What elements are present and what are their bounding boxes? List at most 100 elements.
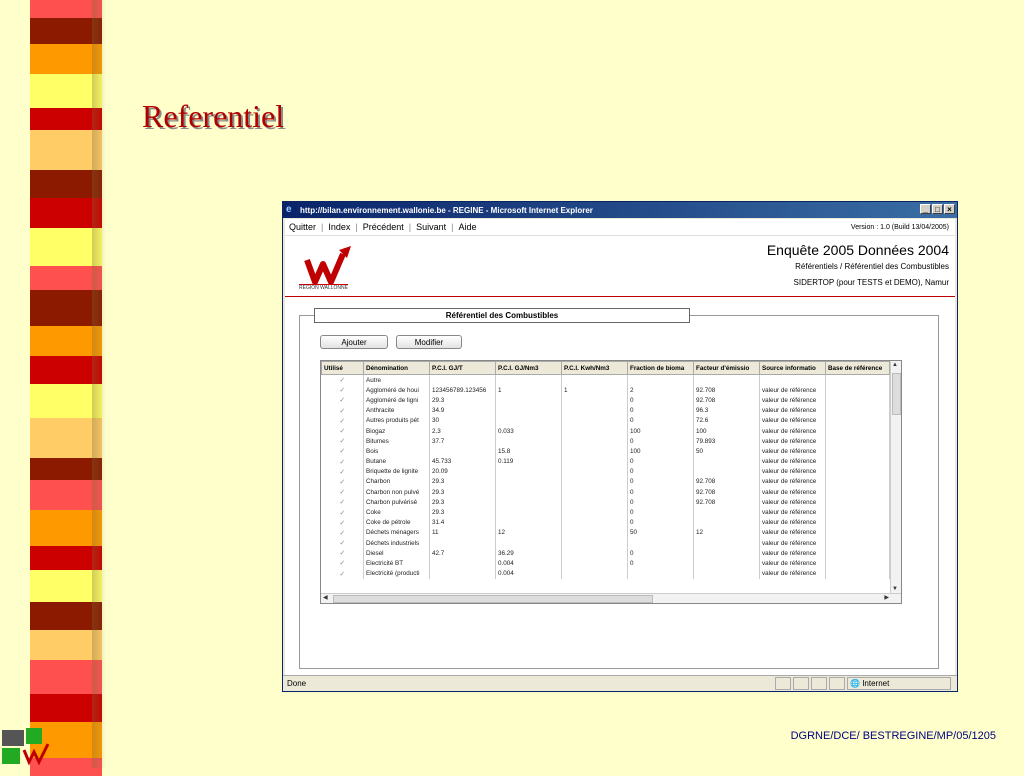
table-cell (825, 385, 890, 396)
table-cell (561, 517, 628, 528)
table-cell: Electricité BT (363, 558, 430, 569)
used-checkbox[interactable]: ✓ (321, 517, 364, 528)
table-cell (495, 395, 562, 406)
table-cell (825, 466, 890, 477)
table-row[interactable]: ✓ Bitumes 37.7 0 79.893 valeur de référence (321, 436, 890, 447)
used-checkbox[interactable]: ✓ (321, 538, 364, 549)
table-row[interactable]: ✓ Biogaz 2.3 0.033 100 100 valeur de référence (321, 425, 890, 437)
table-cell: 15.8 (495, 446, 562, 457)
used-checkbox[interactable]: ✓ (321, 415, 364, 426)
table-row[interactable]: ✓ Anthracite 34.9 0 96.3 valeur de référence (321, 405, 890, 416)
add-button[interactable]: Ajouter (320, 335, 388, 349)
used-checkbox[interactable]: ✓ (321, 425, 364, 437)
table-cell: 45.733 (429, 456, 496, 467)
table-cell (825, 507, 890, 518)
used-checkbox[interactable]: ✓ (321, 466, 364, 477)
menu-suivant[interactable]: Suivant (416, 222, 446, 232)
table-row[interactable]: ✓ Butane 45.733 0.119 0 valeur de référence (321, 456, 890, 467)
scroll-thumb[interactable] (333, 595, 653, 603)
column-header[interactable]: Source informatio (759, 361, 826, 375)
table-cell (561, 558, 628, 569)
horizontal-scrollbar[interactable]: ◀ ▶ (321, 593, 901, 603)
table-row[interactable]: ✓ Déchets industriels valeur de référence (321, 538, 890, 549)
table-row[interactable]: ✓ Déchets ménagers 11 12 50 12 valeur de référ… (321, 527, 890, 538)
table-row[interactable]: ✓ Aggloméré de houi 123456789.123456 1 1 2 92.… (321, 385, 890, 396)
table-cell: 50 (693, 446, 760, 457)
used-checkbox[interactable]: ✓ (321, 385, 364, 396)
used-checkbox[interactable]: ✓ (321, 507, 364, 518)
table-row[interactable]: ✓ Autres produits pét 30 0 72.6 valeur de réf… (321, 415, 890, 426)
column-header[interactable]: Utilisé (321, 361, 364, 375)
table-cell: valeur de référence (759, 548, 826, 559)
table-row[interactable]: ✓ Aggloméré de ligni 29.3 0 92.708 valeur de … (321, 395, 890, 406)
fuel-grid: Utilisé Dénomination P.C.I. GJ/T P.C.I. GJ/… (320, 360, 902, 604)
used-checkbox[interactable]: ✓ (321, 395, 364, 406)
table-cell (627, 538, 694, 549)
footer-text: DGRNE/DCE/ BESTREGINE/MP/05/1205 (790, 730, 996, 742)
table-cell: Briquette de lignite (363, 466, 430, 477)
table-row[interactable]: ✓ Electricité BT 0.004 0 valeur de référence (321, 558, 890, 569)
breadcrumb: Référentiels / Référentiel des Combustib… (795, 262, 949, 271)
table-row[interactable]: ✓ Electricité (producti 0.004 valeur de réf… (321, 568, 890, 579)
ie-icon: e (286, 204, 292, 215)
scroll-thumb[interactable] (892, 373, 901, 415)
used-checkbox[interactable]: ✓ (321, 456, 364, 467)
edit-button[interactable]: Modifier (396, 335, 462, 349)
table-cell: Coke de pétrole (363, 517, 430, 528)
scroll-up-icon[interactable]: ▲ (892, 362, 898, 368)
page-area: Quitter | Index | Précédent | Suivant | … (285, 219, 955, 675)
table-cell: Aggloméré de houi (363, 385, 430, 396)
used-checkbox[interactable]: ✓ (321, 548, 364, 559)
used-checkbox[interactable]: ✓ (321, 436, 364, 447)
table-row[interactable]: ✓ Diesel 42.7 36.29 0 valeur de référence (321, 548, 890, 559)
close-icon[interactable]: × (944, 204, 955, 214)
column-header[interactable]: P.C.I. Kwh/Nm3 (561, 361, 628, 375)
table-cell: 92.708 (693, 487, 760, 498)
maximize-icon[interactable]: □ (932, 204, 943, 214)
menu-index[interactable]: Index (328, 222, 350, 232)
menu-aide[interactable]: Aide (458, 222, 476, 232)
column-header[interactable]: Base de référence (825, 361, 890, 375)
table-cell: Déchets industriels (363, 538, 430, 549)
used-checkbox[interactable]: ✓ (321, 487, 364, 498)
table-cell: 2.3 (429, 425, 496, 437)
menu-precedent[interactable]: Précédent (363, 222, 404, 232)
scroll-left-icon[interactable]: ◀ (323, 594, 328, 601)
section-title: Référentiel des Combustibles (314, 308, 690, 323)
used-checkbox[interactable]: ✓ (321, 558, 364, 569)
table-row[interactable]: ✓ Briquette de lignite 20.09 0 valeur de réf… (321, 466, 890, 477)
used-checkbox[interactable]: ✓ (321, 374, 364, 386)
table-cell: 0 (627, 487, 694, 498)
table-row[interactable]: ✓ Coke de pétrole 31.4 0 valeur de référence (321, 517, 890, 528)
scroll-down-icon[interactable]: ▼ (892, 586, 898, 592)
column-header[interactable]: P.C.I. GJ/T (429, 361, 496, 375)
table-row[interactable]: ✓ Charbon pulvérisé 29.3 0 92.708 valeur de r… (321, 497, 890, 508)
used-checkbox[interactable]: ✓ (321, 446, 364, 457)
column-header[interactable]: Facteur d'émissio (693, 361, 760, 375)
column-header[interactable]: Dénomination (363, 361, 430, 375)
table-cell (825, 374, 890, 386)
used-checkbox[interactable]: ✓ (321, 476, 364, 488)
table-row[interactable]: ✓ Autre (321, 374, 890, 386)
table-row[interactable]: ✓ Coke 29.3 0 valeur de référence (321, 507, 890, 518)
table-cell (693, 517, 760, 528)
minimize-icon[interactable]: _ (920, 204, 931, 214)
menu-quitter[interactable]: Quitter (289, 222, 316, 232)
table-cell (561, 395, 628, 406)
column-header[interactable]: P.C.I. GJ/Nm3 (495, 361, 562, 375)
scroll-right-icon[interactable]: ▶ (884, 594, 889, 601)
table-cell: valeur de référence (759, 456, 826, 467)
used-checkbox[interactable]: ✓ (321, 405, 364, 416)
table-row[interactable]: ✓ Bois 15.8 100 50 valeur de référence (321, 446, 890, 457)
vertical-scrollbar[interactable]: ▲ ▼ (890, 361, 901, 593)
used-checkbox[interactable]: ✓ (321, 497, 364, 508)
table-cell: 96.3 (693, 405, 760, 416)
table-cell (429, 538, 496, 549)
used-checkbox[interactable]: ✓ (321, 527, 364, 538)
table-cell: 0 (627, 548, 694, 559)
table-row[interactable]: ✓ Charbon 29.3 0 92.708 valeur de référence (321, 476, 890, 488)
column-header[interactable]: Fraction de bioma (627, 361, 694, 375)
status-cell (811, 677, 827, 690)
table-row[interactable]: ✓ Charbon non pulvé 29.3 0 92.708 valeur de r… (321, 487, 890, 498)
used-checkbox[interactable]: ✓ (321, 568, 364, 579)
